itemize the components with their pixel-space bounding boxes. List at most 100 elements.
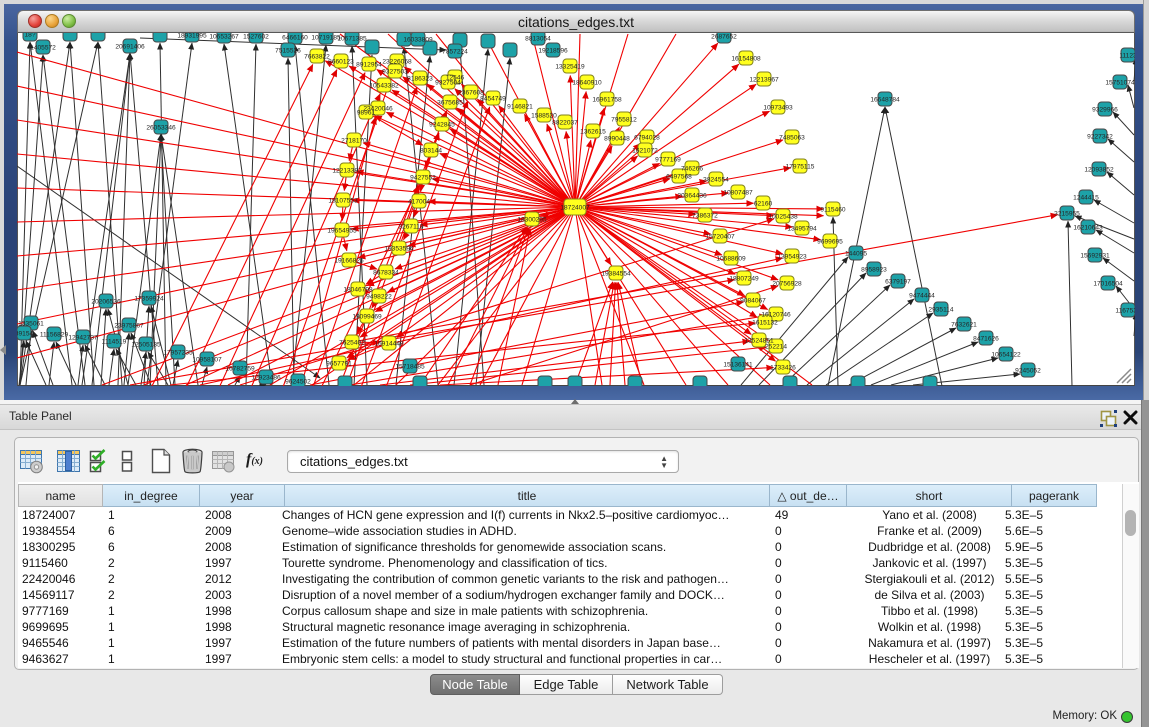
svg-text:11156829: 11156829 [40,332,69,339]
svg-text:7515526: 7515526 [275,48,301,55]
svg-text:10653267: 10653267 [209,34,239,41]
svg-text:9327504: 9327504 [435,80,461,87]
svg-text:98961: 98961 [357,110,376,117]
svg-text:7625402: 7625402 [339,340,365,347]
svg-text:746266: 746266 [681,166,703,173]
svg-text:9227342: 9227342 [1087,134,1113,141]
svg-text:19384554: 19384554 [601,271,631,278]
svg-text:17957235: 17957235 [163,350,193,357]
svg-text:1335061: 1335061 [18,321,44,328]
svg-text:19166825: 19166825 [334,258,364,265]
svg-text:10671385: 10671385 [337,36,367,43]
svg-text:20691406: 20691406 [115,44,145,51]
svg-text:8454749: 8454749 [480,96,506,103]
svg-text:3215955: 3215955 [1054,211,1080,218]
svg-text:17975115: 17975115 [786,164,815,171]
svg-text:12923486: 12923486 [251,375,281,382]
svg-text:12093852: 12093852 [1084,167,1114,174]
svg-text:18640910: 18640910 [572,80,602,87]
svg-text:17016504: 17016504 [1093,281,1123,288]
svg-text:10654122: 10654122 [991,352,1021,359]
svg-text:23975867: 23975867 [114,323,144,330]
svg-text:1527602: 1527602 [243,34,269,41]
svg-text:2687652: 2687652 [711,34,737,41]
svg-text:10025438: 10025438 [768,214,798,221]
svg-text:9242845: 9242845 [429,122,455,129]
svg-text:18807249: 18807249 [729,276,759,283]
svg-text:18?: 18? [24,33,35,39]
svg-text:11123: 11123 [1119,53,1135,60]
svg-text:20206536: 20206536 [91,299,121,306]
svg-text:7386372: 7386372 [692,213,718,220]
svg-text:2718170: 2718170 [341,138,367,145]
svg-text:1621072: 1621072 [632,148,658,155]
svg-text:17359924: 17359924 [134,296,164,303]
svg-text:15692931: 15692931 [1080,253,1110,260]
svg-text:1362615: 1362615 [580,129,606,136]
svg-text:10958107: 10958107 [192,357,222,364]
svg-text:16914449: 16914449 [374,341,404,348]
svg-text:9498222: 9498222 [366,294,392,301]
svg-text:8678334: 8678334 [373,270,399,277]
svg-text:19099469: 19099469 [352,314,382,321]
svg-text:10688609: 10688609 [716,256,746,263]
svg-text:9115460: 9115460 [820,207,846,214]
svg-text:9427552: 9427552 [410,175,436,182]
svg-text:7485063: 7485063 [779,135,805,142]
svg-text:9624502: 9624502 [285,379,311,386]
svg-text:1114519: 1114519 [102,339,127,346]
svg-text:39154: 39154 [17,331,33,338]
svg-text:1405572: 1405572 [30,45,56,52]
svg-text:16961758: 16961758 [592,97,622,104]
svg-text:23226058: 23226058 [382,59,412,66]
svg-text:13954923: 13954923 [777,254,807,261]
svg-text:3267110: 3267110 [398,224,424,231]
svg-text:12213382: 12213382 [332,168,362,175]
svg-text:18046798: 18046798 [343,287,373,294]
svg-text:8813054: 8813054 [525,36,551,43]
svg-text:252214: 252214 [765,344,787,351]
svg-text:12505135: 12505135 [131,342,161,349]
svg-text:6794028: 6794028 [634,135,660,142]
svg-text:1733426: 1733426 [770,365,796,372]
svg-text:9657791: 9657791 [326,361,352,368]
svg-text:10543382: 10543382 [369,83,399,90]
svg-text:18724007: 18724007 [560,205,590,212]
svg-text:15136141: 15136141 [723,362,753,369]
svg-text:3824554: 3824554 [703,177,729,184]
svg-text:12942737: 12942737 [68,335,98,342]
svg-text:1167534: 1167534 [1115,308,1135,315]
svg-text:10807487: 10807487 [723,190,753,197]
svg-text:2935114: 2935114 [928,307,954,314]
svg-text:9146821: 9146821 [507,104,533,111]
svg-text:1588520: 1588520 [531,113,557,120]
svg-text:8471626: 8471626 [973,336,999,343]
svg-text:9474444: 9474444 [909,293,935,300]
svg-text:18931995: 18931995 [177,33,207,40]
svg-text:8186323: 8186323 [407,76,433,83]
svg-text:15751074: 15751074 [1105,80,1135,87]
svg-text:12213967: 12213967 [749,77,779,84]
svg-text:6497568: 6497568 [666,174,692,181]
svg-text:8822037: 8822037 [552,120,578,127]
svg-text:1244415: 1244415 [1073,195,1099,202]
svg-text:62160: 62160 [754,201,773,208]
svg-text:9245052: 9245052 [1015,368,1041,375]
svg-text:16648784: 16648784 [870,97,900,104]
svg-text:6379197: 6379197 [885,279,911,286]
svg-text:20364436: 20364436 [677,193,707,200]
svg-text:7663822: 7663822 [304,54,330,61]
svg-text:9329966: 9329966 [1092,107,1118,114]
svg-text:16120746: 16120746 [761,312,791,319]
svg-text:9699695: 9699695 [817,239,843,246]
svg-text:1615132: 1615132 [752,320,778,327]
svg-text:19353594: 19353594 [384,246,414,253]
svg-text:7857224: 7857224 [442,49,468,56]
svg-text:26053346: 26053346 [146,125,176,132]
svg-text:15720407: 15720407 [705,234,735,241]
svg-text:3675685: 3675685 [437,100,463,107]
svg-text:8912954: 8912954 [356,62,382,69]
svg-text:9084067: 9084067 [740,298,766,305]
svg-text:10973493: 10973493 [763,105,793,112]
svg-text:9327503: 9327503 [382,69,408,76]
